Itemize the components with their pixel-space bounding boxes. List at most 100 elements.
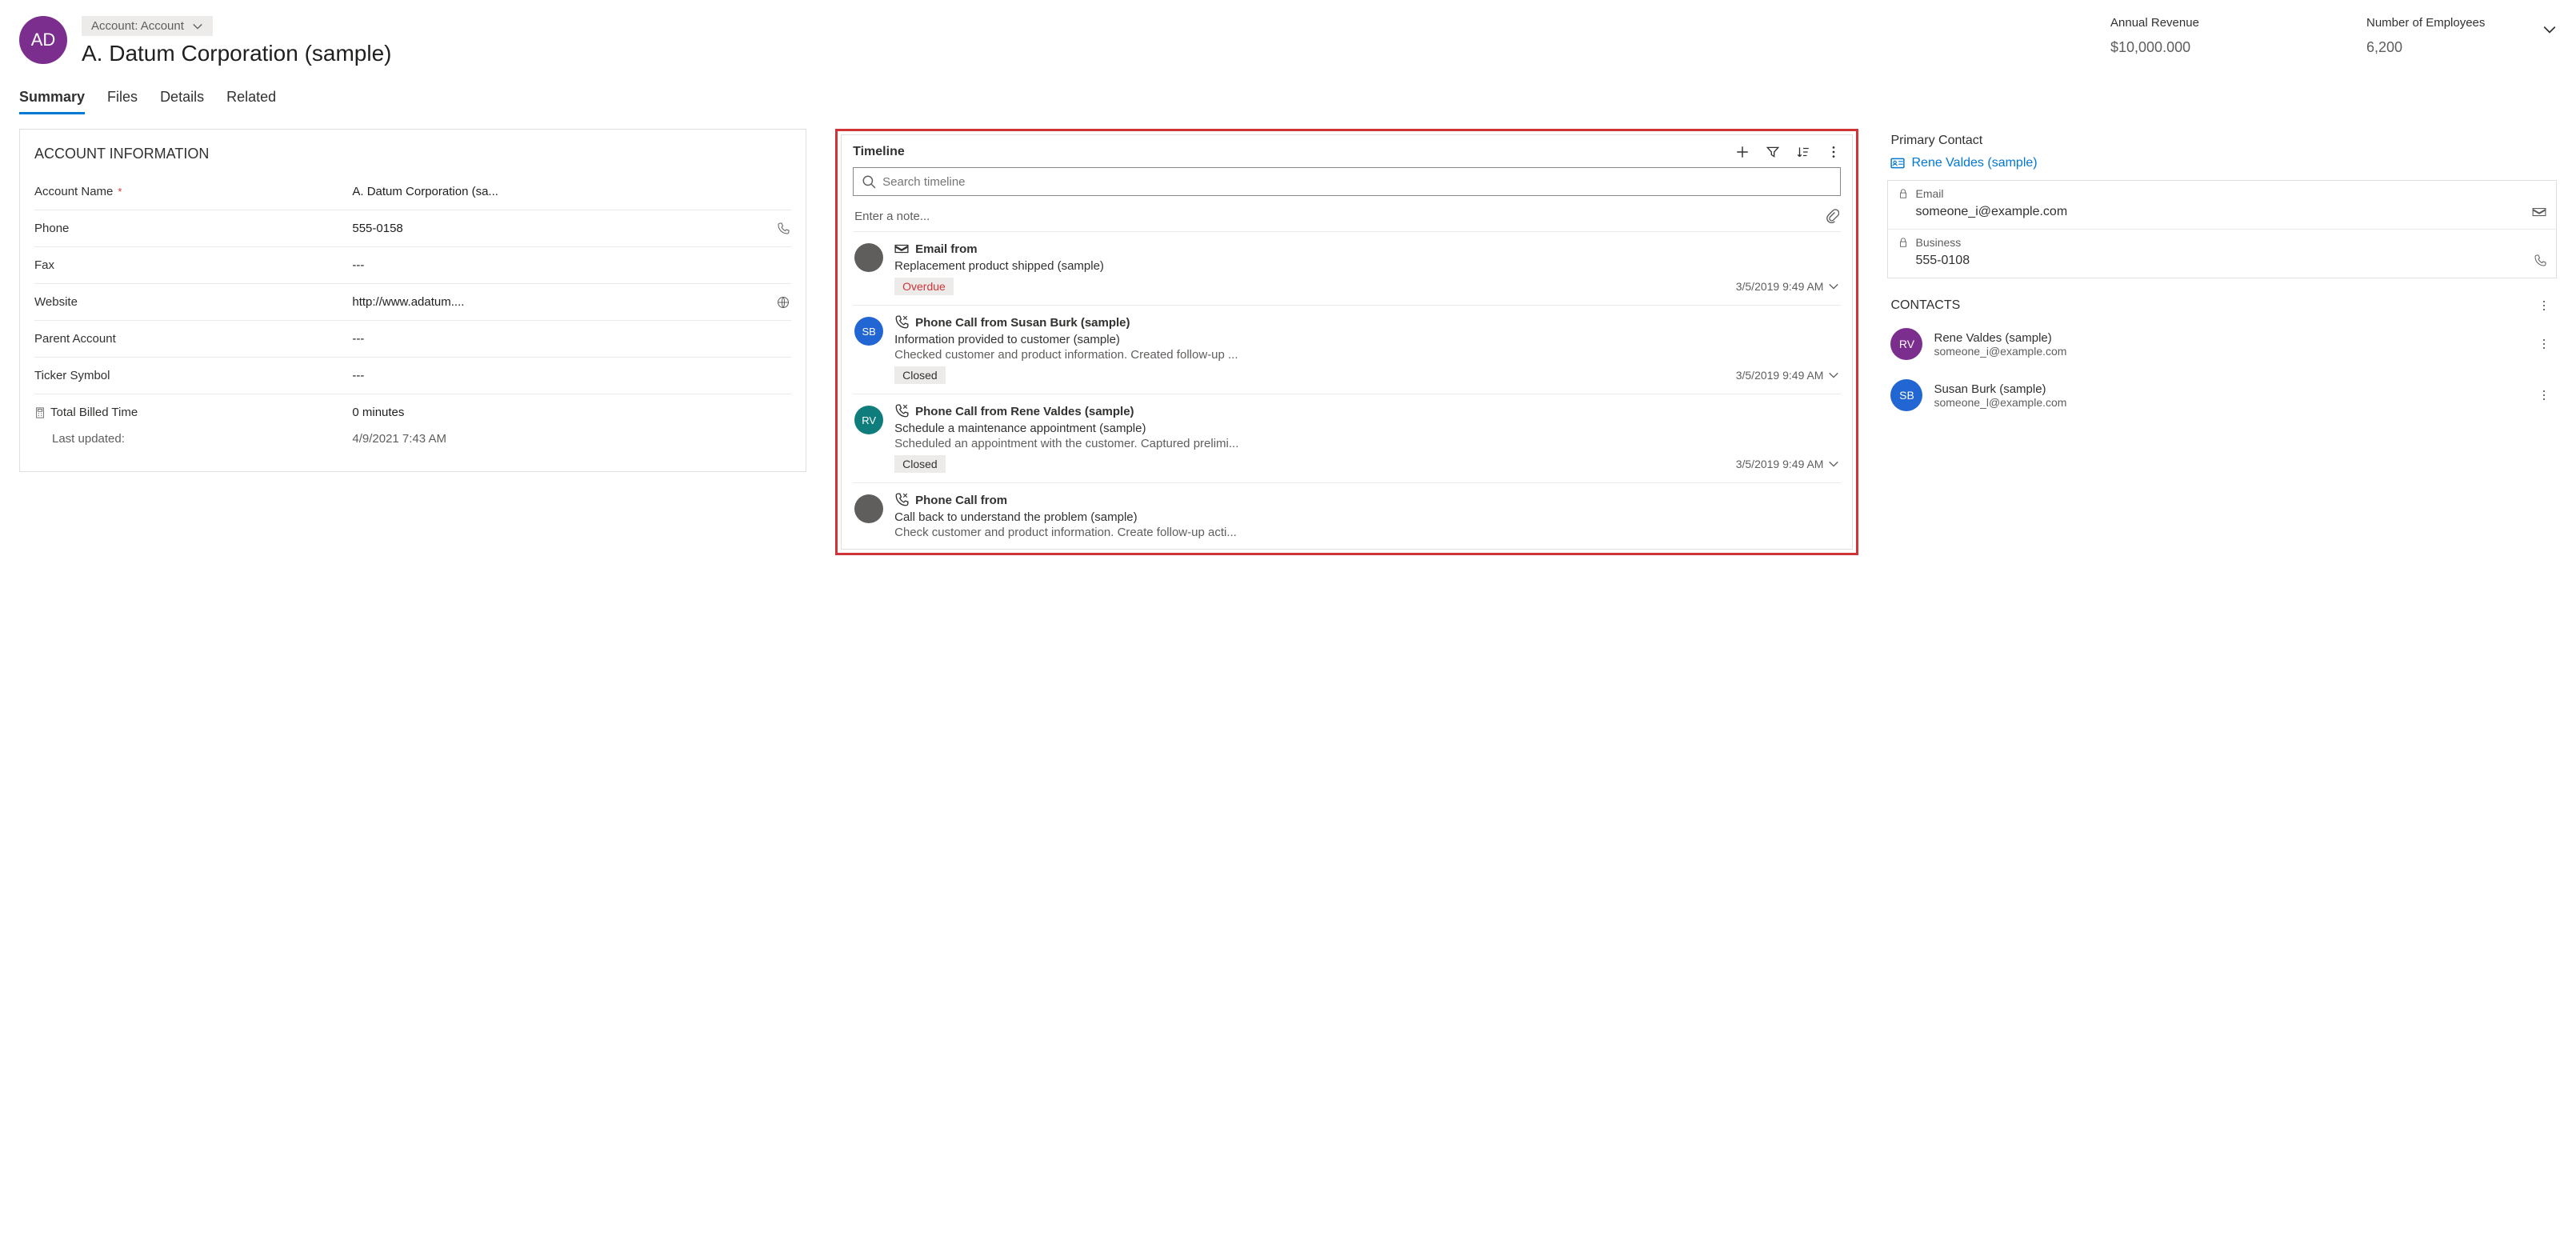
timeline-item-title: Phone Call from	[915, 494, 1007, 507]
expand-header-button[interactable]	[2542, 16, 2557, 37]
attachment-icon[interactable]	[1825, 209, 1839, 223]
calculator-icon	[34, 407, 46, 418]
timeline-search[interactable]	[853, 167, 1841, 196]
phone-icon	[894, 404, 909, 418]
entity-selector[interactable]: Account: Account	[82, 16, 213, 36]
field-value: 4/9/2021 7:43 AM	[352, 432, 775, 446]
contact-card-icon	[1890, 156, 1905, 170]
timeline-search-input[interactable]	[882, 175, 1832, 189]
account-info-title: ACCOUNT INFORMATION	[34, 141, 791, 174]
field-value: http://www.adatum....	[352, 295, 775, 309]
field-website[interactable]: Website http://www.adatum....	[34, 284, 791, 321]
metric-employees: Number of Employees 6,200	[2366, 16, 2526, 56]
phone-icon	[894, 493, 909, 507]
chevron-down-icon[interactable]	[1828, 370, 1839, 381]
more-vertical-icon	[1826, 145, 1841, 159]
field-label: Ticker Symbol	[34, 369, 352, 382]
field-account-name[interactable]: Account Name* A. Datum Corporation (sa..…	[34, 174, 791, 210]
email-icon	[894, 242, 909, 256]
timeline-item-date: 3/5/2019 9:49 AM	[1736, 369, 1840, 382]
sort-icon	[1796, 145, 1810, 159]
note-placeholder: Enter a note...	[854, 210, 1825, 223]
globe-icon[interactable]	[775, 296, 791, 309]
timeline-item[interactable]: Email from Replacement product shipped (…	[853, 231, 1841, 305]
contact-more-button[interactable]	[2534, 386, 2554, 405]
timeline-more-button[interactable]	[1826, 145, 1841, 159]
timeline-filter-button[interactable]	[1766, 145, 1780, 159]
field-ticker-symbol[interactable]: Ticker Symbol ---	[34, 358, 791, 394]
tab-related[interactable]: Related	[226, 89, 276, 114]
timeline-item-subject: Information provided to customer (sample…	[894, 333, 1839, 346]
timeline-item-subject: Replacement product shipped (sample)	[894, 259, 1839, 273]
timeline-status-badge: Closed	[894, 366, 946, 384]
field-label: Website	[34, 295, 352, 309]
contact-email: someone_i@example.com	[1934, 345, 2523, 358]
field-total-billed-time: Total Billed Time 0 minutes	[34, 394, 791, 430]
tabs: Summary Files Details Related	[19, 89, 2557, 114]
required-marker: *	[118, 186, 122, 198]
primary-contact-email-field[interactable]: Email someone_i@example.com	[1888, 181, 2556, 230]
account-info-card: ACCOUNT INFORMATION Account Name* A. Dat…	[19, 129, 806, 472]
more-vertical-icon	[2538, 338, 2550, 350]
metric-label: Annual Revenue	[2110, 16, 2270, 30]
timeline-add-button[interactable]	[1735, 145, 1750, 159]
contact-more-button[interactable]	[2534, 334, 2554, 354]
field-label: Email	[1915, 187, 1943, 200]
timeline-item-title: Phone Call from Susan Burk (sample)	[915, 316, 1130, 330]
tab-files[interactable]: Files	[107, 89, 138, 114]
primary-contact-business-field[interactable]: Business 555-0108	[1888, 230, 2556, 278]
timeline-item-title: Email from	[915, 242, 978, 256]
timeline-highlight: Timeline	[835, 129, 1858, 555]
timeline-item-notes: Checked customer and product information…	[894, 348, 1839, 362]
primary-contact-link[interactable]: Rene Valdes (sample)	[1887, 156, 2557, 180]
record-header: AD Account: Account A. Datum Corporation…	[19, 16, 2557, 66]
timeline-item[interactable]: RV Phone Call from Rene Valdes (sample) …	[853, 394, 1841, 482]
more-vertical-icon	[2538, 389, 2550, 402]
phone-icon[interactable]	[775, 222, 791, 235]
field-value: someone_i@example.com	[1915, 205, 2532, 219]
metric-value: 6,200	[2366, 39, 2526, 56]
chevron-down-icon[interactable]	[1828, 281, 1839, 292]
field-fax[interactable]: Fax ---	[34, 247, 791, 284]
timeline-item[interactable]: Phone Call from Call back to understand …	[853, 482, 1841, 549]
field-last-updated: Last updated: 4/9/2021 7:43 AM	[34, 430, 791, 457]
field-value: 555-0158	[352, 222, 775, 235]
contacts-more-button[interactable]	[2534, 296, 2554, 315]
timeline-item[interactable]: SB Phone Call from Susan Burk (sample) I…	[853, 305, 1841, 394]
primary-contact-name: Rene Valdes (sample)	[1911, 156, 2037, 170]
field-value: A. Datum Corporation (sa...	[352, 185, 775, 198]
more-vertical-icon	[2538, 299, 2550, 312]
field-label: Phone	[34, 222, 352, 235]
contact-row[interactable]: SB Susan Burk (sample) someone_l@example…	[1887, 370, 2557, 421]
timeline-item-date: 3/5/2019 9:49 AM	[1736, 280, 1840, 293]
timeline-avatar	[854, 494, 883, 523]
plus-icon	[1735, 145, 1750, 159]
chevron-down-icon[interactable]	[1828, 458, 1839, 470]
field-value: ---	[352, 258, 775, 272]
timeline-list: Email from Replacement product shipped (…	[853, 231, 1841, 549]
timeline-avatar: RV	[854, 406, 883, 434]
tab-details[interactable]: Details	[160, 89, 204, 114]
primary-contact-section: Primary Contact Rene Valdes (sample) Ema…	[1887, 129, 2557, 278]
timeline-item-notes: Check customer and product information. …	[894, 526, 1839, 539]
field-label: Last updated:	[34, 432, 352, 446]
timeline-item-subject: Call back to understand the problem (sam…	[894, 510, 1839, 524]
lock-icon	[1898, 188, 1909, 199]
contact-row[interactable]: RV Rene Valdes (sample) someone_i@exampl…	[1887, 318, 2557, 370]
field-parent-account[interactable]: Parent Account ---	[34, 321, 791, 358]
field-value: 555-0108	[1915, 254, 2534, 268]
contacts-title: CONTACTS	[1890, 298, 2534, 313]
contact-name: Rene Valdes (sample)	[1934, 331, 2523, 345]
lock-icon	[1898, 237, 1909, 248]
timeline-status-badge: Closed	[894, 455, 946, 473]
timeline-avatar	[854, 243, 883, 272]
timeline-note-input[interactable]: Enter a note...	[853, 201, 1841, 231]
contact-avatar: RV	[1890, 328, 1922, 360]
email-icon[interactable]	[2532, 205, 2546, 219]
timeline-sort-button[interactable]	[1796, 145, 1810, 159]
field-phone[interactable]: Phone 555-0158	[34, 210, 791, 247]
tab-summary[interactable]: Summary	[19, 89, 85, 114]
filter-icon	[1766, 145, 1780, 159]
field-label: Total Billed Time	[50, 406, 138, 419]
phone-icon[interactable]	[2534, 254, 2546, 267]
